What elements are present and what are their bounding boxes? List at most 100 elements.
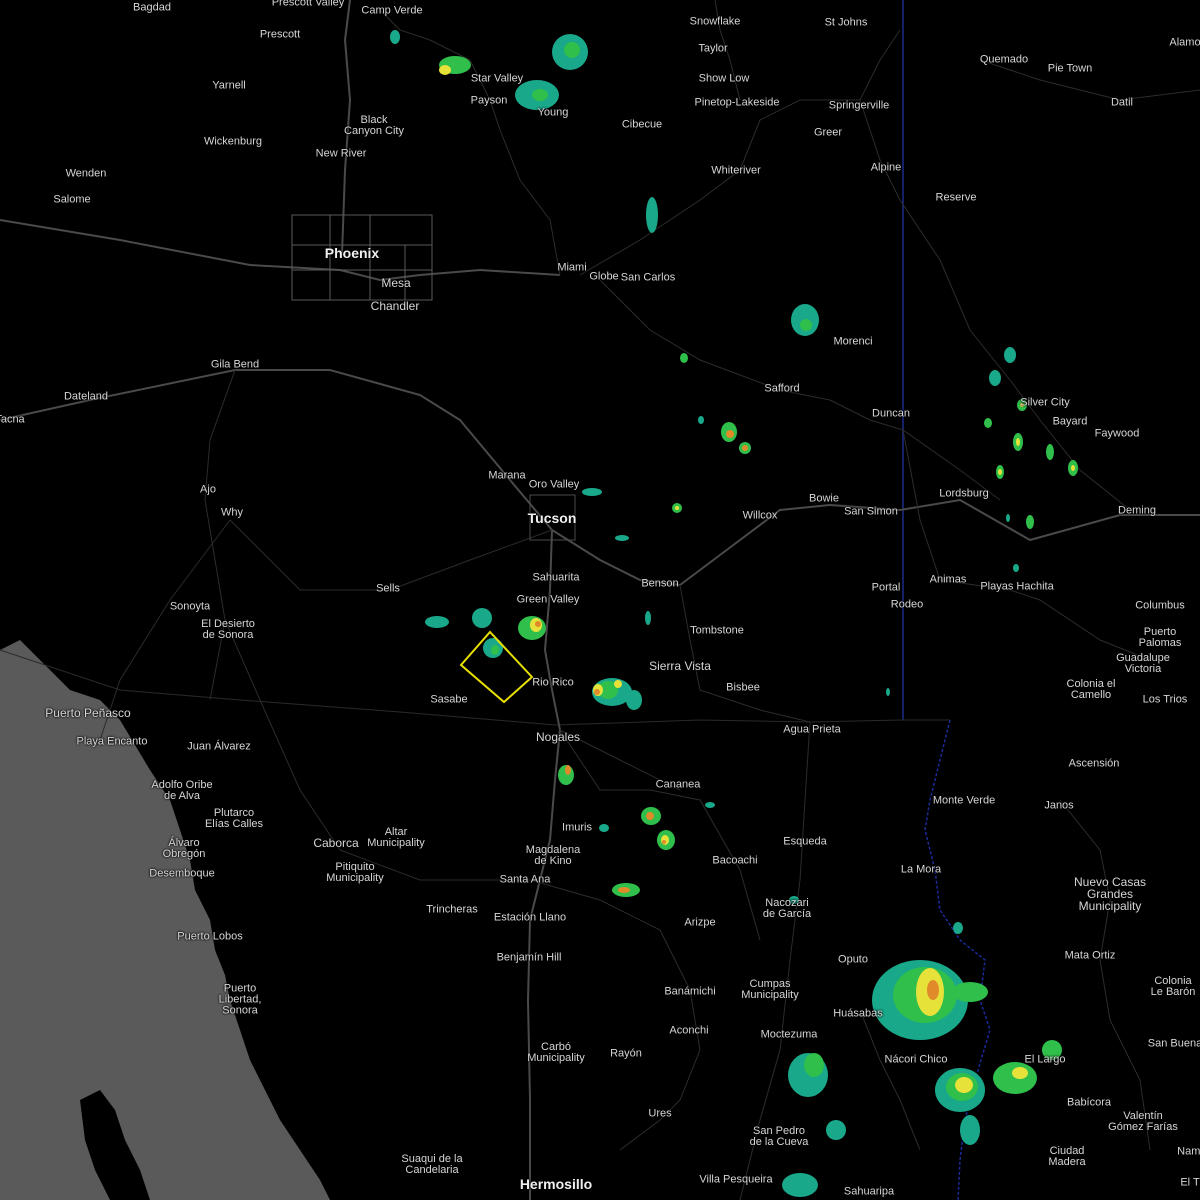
place-label-plutarco: Plutarco Elías Calles [204, 807, 264, 830]
place-label-esqueda: Esqueda [783, 835, 827, 848]
place-label-agua-prieta: Agua Prieta [783, 723, 841, 736]
place-label-portal: Portal [871, 581, 901, 594]
place-label-columbus: Columbus [1135, 599, 1185, 612]
place-label-sells: Sells [376, 582, 400, 595]
place-label-marana: Marana [488, 469, 526, 482]
place-label-whiteriver: Whiteriver [711, 164, 761, 177]
place-label-hermosillo: Hermosillo [519, 1176, 593, 1192]
place-label-pitiquito: Pitiquito Municipality [326, 861, 384, 884]
place-label-san-simon: San Simon [844, 505, 898, 518]
place-label-los-trios: Los Trios [1142, 693, 1188, 706]
radar-map[interactable]: Bagdad Prescott Valley Camp Verde Prescott S… [0, 0, 1200, 1200]
place-label-alamo: Alamo [1169, 36, 1200, 49]
radar-echoes [390, 30, 1078, 1197]
place-label-puerto-penasco: Puerto Peñasco [45, 706, 131, 720]
place-label-cibecue: Cibecue [621, 118, 663, 131]
place-label-monte-verde: Monte Verde [932, 794, 996, 807]
place-label-aconchi: Aconchi [669, 1024, 709, 1037]
place-label-suaqui: Suaqui de la Candelaria [401, 1153, 463, 1176]
place-label-st-johns: St Johns [824, 16, 868, 29]
place-label-ajo: Ajo [200, 483, 216, 496]
place-label-tombstone: Tombstone [690, 624, 744, 637]
place-label-arizpe: Arizpe [684, 916, 716, 929]
place-label-deming: Deming [1118, 504, 1156, 517]
place-label-ascension: Ascensión [1068, 757, 1120, 770]
place-label-santa-ana: Santa Ana [499, 873, 551, 886]
place-label-banamichi: Banámichi [664, 985, 716, 998]
place-label-faywood: Faywood [1094, 427, 1140, 440]
place-label-snowflake: Snowflake [689, 15, 741, 28]
place-label-rodeo: Rodeo [890, 598, 924, 611]
place-label-dateland: Dateland [63, 390, 109, 403]
place-label-caborca: Caborca [313, 836, 359, 850]
place-label-ciudad-madera: Ciudad Madera [1048, 1145, 1086, 1168]
place-label-la-mora: La Mora [900, 863, 942, 876]
place-label-rio-rico: Rio Rico [532, 676, 574, 689]
place-label-safford: Safford [764, 382, 800, 395]
place-label-desemboque: Desemboque [149, 867, 215, 880]
place-label-janos: Janos [1044, 799, 1074, 812]
place-label-springerville: Springerville [828, 99, 890, 112]
place-label-estacion-llano: Estación Llano [493, 911, 567, 924]
place-label-globe: Globe [589, 270, 619, 283]
place-label-prescott-valley: Prescott Valley [271, 0, 345, 9]
place-label-yarnell: Yarnell [212, 79, 246, 92]
place-label-babicora: Babícora [1066, 1096, 1112, 1109]
place-label-benson: Benson [641, 577, 679, 590]
place-label-nogales: Nogales [535, 730, 581, 744]
place-label-altar: Altar Municipality [367, 826, 425, 849]
place-label-moctezuma: Moctezuma [760, 1028, 818, 1041]
place-label-lordsburg: Lordsburg [939, 487, 989, 500]
place-label-cananea: Cananea [655, 778, 701, 791]
place-label-gila-bend: Gila Bend [210, 358, 260, 371]
place-label-green-valley: Green Valley [516, 593, 580, 606]
place-label-colonia-camello: Colonia el Camello [1066, 678, 1116, 701]
place-label-nacozari: Nacozari de García [762, 897, 812, 920]
place-label-chandler: Chandler [370, 299, 420, 313]
place-label-new-river: New River [315, 147, 367, 160]
place-label-puerto-libertad: Puerto Libertad, Sonora [218, 982, 262, 1017]
place-label-camp-verde: Camp Verde [361, 4, 423, 17]
place-label-nacori-chico: Nácori Chico [884, 1053, 948, 1066]
place-label-imuris: Imuris [562, 821, 592, 834]
place-label-adolfo-oribe: Adolfo Oribe de Alva [151, 779, 213, 802]
place-label-alvaro-obregon: Álvaro Obregón [162, 837, 206, 860]
place-label-bayard: Bayard [1052, 415, 1088, 428]
place-label-rayon: Rayón [610, 1047, 642, 1060]
place-label-sasabe: Sasabe [430, 693, 468, 706]
place-label-trincheras: Trincheras [426, 903, 478, 916]
place-label-carbo: Carbó Municipality [527, 1041, 585, 1064]
place-label-bowie: Bowie [809, 492, 839, 505]
place-label-pie-town: Pie Town [1047, 62, 1093, 75]
place-label-colonia-le-baron: Colonia Le Barón [1150, 975, 1196, 998]
place-label-show-low: Show Low [698, 72, 750, 85]
place-label-sonoyta: Sonoyta [169, 600, 211, 613]
place-label-villa-pesqueira: Villa Pesqueira [699, 1173, 773, 1186]
place-label-playa-encanto: Playa Encanto [76, 735, 148, 748]
place-label-black-canyon: Black Canyon City [344, 114, 404, 137]
place-label-juan-alvarez: Juan Álvarez [187, 740, 251, 753]
place-label-namiquipa: Nami [1177, 1145, 1200, 1158]
place-label-taylor: Taylor [698, 42, 728, 55]
place-label-oro-valley: Oro Valley [528, 478, 580, 491]
place-label-wenden: Wenden [65, 167, 107, 180]
place-label-magdalena: Magdalena de Kino [525, 844, 581, 867]
place-label-el-largo: El Largo [1024, 1053, 1066, 1066]
place-label-duncan: Duncan [872, 407, 910, 420]
place-label-ures: Ures [648, 1107, 672, 1120]
place-label-el-desierto: El Desierto de Sonora [201, 618, 255, 641]
place-label-puerto-lobos: Puerto Lobos [177, 930, 243, 943]
place-label-el-t: El T [1180, 1176, 1200, 1189]
place-label-guadalupe-victoria: Guadalupe Victoria [1116, 652, 1170, 675]
place-label-san-buena: San Buena [1147, 1037, 1200, 1050]
place-label-datil: Datil [1110, 96, 1134, 109]
place-label-baghdad: Bagdad [133, 1, 171, 14]
place-label-young: Young [537, 106, 569, 119]
place-label-salome: Salome [53, 193, 91, 206]
place-label-playas: Playas Hachita [980, 580, 1054, 593]
place-label-tacna: Tacna [0, 413, 25, 426]
place-label-alpine: Alpine [870, 161, 902, 174]
place-label-san-carlos: San Carlos [620, 271, 676, 284]
place-label-sahuaripa: Sahuaripa [843, 1185, 895, 1198]
place-label-cumpas: Cumpas Municipality [741, 978, 799, 1001]
